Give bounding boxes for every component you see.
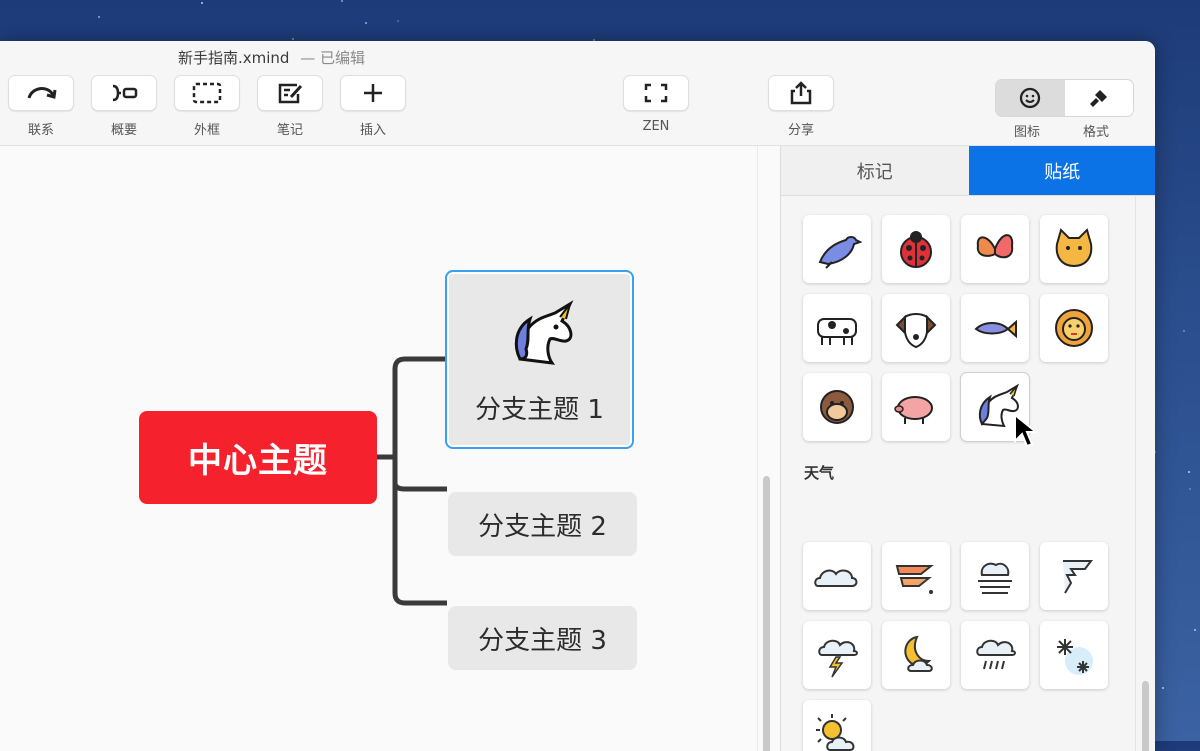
branch-topic-1[interactable]: 分支主题 1 [445,270,634,449]
butterfly-icon [976,234,1014,259]
sticker-fog[interactable] [961,542,1029,610]
branch-topic-3[interactable]: 分支主题 3 [448,606,637,670]
app-window: 新手指南.xmind — 已编辑 联系 概要 外框 笔记 插入 ZEN 分享 图… [0,41,1155,751]
plus-icon [364,84,382,102]
sun-cloud-icon [816,714,855,751]
file-name: 新手指南.xmind [178,49,290,67]
tornado-icon [1063,560,1093,594]
sticker-lion[interactable] [1040,294,1108,362]
wind-icon [895,565,934,594]
snow-icon [1057,639,1093,675]
insert-button[interactable]: 插入 [340,75,406,138]
note-icon [278,83,303,104]
star-decoration [1193,628,1196,631]
brush-icon [1089,90,1107,107]
star-decoration [364,21,367,24]
icon-panel-button[interactable] [996,80,1065,116]
star-decoration [340,0,343,3]
tab-markers[interactable]: 标记 [781,146,969,196]
icon-tab-label: 图标 [1014,125,1041,140]
toolbar: 新手指南.xmind — 已编辑 联系 概要 外框 笔记 插入 ZEN 分享 图… [0,41,1155,146]
animal-sticker-grid [803,215,1123,442]
weather-sticker-grid [803,542,1123,751]
note-button[interactable]: 笔记 [257,75,323,138]
ladybug-icon [900,231,932,268]
sticker-ladybug[interactable] [882,215,950,283]
summary-button[interactable]: 概要 [91,75,157,138]
branch-topic-2[interactable]: 分支主题 2 [448,492,637,556]
sticker-pig[interactable] [882,373,950,441]
star-decoration [1187,470,1190,473]
star-decoration [98,15,101,18]
smiley-icon [1020,87,1041,109]
sticker-cat[interactable] [1040,215,1108,283]
sticker-bird[interactable] [803,215,871,283]
sticker-cloud[interactable] [803,542,871,610]
fish-icon [974,319,1017,339]
tab-stickers[interactable]: 贴纸 [968,146,1155,196]
fog-icon [978,562,1012,594]
relation-label: 联系 [27,123,54,138]
share-button[interactable]: 分享 [768,75,834,138]
sticker-tornado[interactable] [1040,542,1108,610]
window-title: 新手指南.xmind — 已编辑 [178,47,365,68]
sticker-wind[interactable] [882,542,950,610]
weather-section-title: 天气 [804,464,835,482]
dog-icon [895,313,937,349]
format-panel-button[interactable] [1065,80,1134,116]
format-tab-label: 格式 [1083,125,1110,140]
sticker-panel: 标记 贴纸 天气 [780,146,1155,751]
sticker-sun-cloud[interactable] [803,700,871,751]
share-label: 分享 [787,123,814,138]
share-icon [790,81,812,105]
sticker-moon-cloud[interactable] [882,621,950,689]
moon-cloud-icon [904,635,933,672]
thunderstorm-icon [818,639,858,678]
star-decoration [292,37,295,40]
star-decoration [396,20,399,23]
sticker-snow[interactable] [1040,621,1108,689]
cow-icon [817,318,857,345]
relation-icon [27,87,57,99]
star-decoration [1188,488,1191,491]
star-decoration [200,2,203,5]
relation-button[interactable]: 联系 [8,75,74,138]
sticker-butterfly[interactable] [961,215,1029,283]
boundary-label: 外框 [193,123,220,138]
zen-label: ZEN [642,119,670,134]
cloud-icon [814,569,858,587]
star-decoration [1182,330,1185,333]
mouse-cursor-icon [1014,413,1037,448]
lion-icon [1055,309,1093,347]
sticker-dog[interactable] [882,294,950,362]
edit-status: — 已编辑 [300,49,366,67]
fullscreen-icon [644,83,668,103]
rain-icon [976,639,1016,670]
monkey-icon [820,390,854,424]
mindmap-canvas[interactable]: 中心主题 分支主题 1 分支主题 2 分支主题 3 [0,146,780,751]
canvas-scrollbar[interactable] [763,476,770,751]
sticker-rain[interactable] [961,621,1029,689]
branch-topic-1-label: 分支主题 1 [475,395,604,425]
unicorn-icon [514,300,573,365]
sticker-fish[interactable] [961,294,1029,362]
pig-icon [894,396,933,424]
sticker-thunderstorm[interactable] [803,621,871,689]
summary-icon [112,84,138,102]
summary-label: 概要 [110,123,137,138]
connector-lines [377,356,447,606]
sidebar-toggle [995,79,1134,117]
zen-button[interactable]: ZEN [623,75,689,134]
note-label: 笔记 [276,123,303,138]
sticker-monkey[interactable] [803,373,871,441]
boundary-button[interactable]: 外框 [174,75,240,138]
cat-icon [1055,228,1093,268]
central-topic[interactable]: 中心主题 [139,411,377,504]
bird-icon [818,236,862,269]
boundary-icon [192,82,222,104]
panel-divider [1135,196,1136,751]
insert-label: 插入 [359,123,386,138]
sticker-cow[interactable] [803,294,871,362]
star-decoration [1162,686,1165,689]
